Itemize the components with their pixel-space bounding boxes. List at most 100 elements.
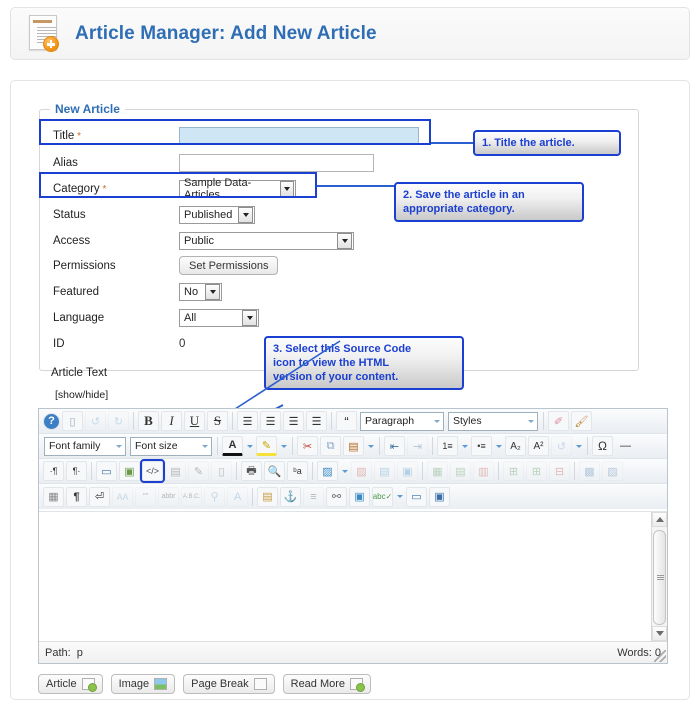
visual-aid-icon[interactable]: ▦	[43, 486, 64, 507]
row-props-icon[interactable]: ▤	[450, 461, 471, 481]
help-icon[interactable]: ?	[43, 412, 60, 430]
abbreviation-icon[interactable]: AA	[112, 486, 133, 507]
align-left-icon[interactable]: ☰	[237, 411, 258, 431]
fullscreen-icon[interactable]: ▭	[96, 461, 117, 481]
layer-icon[interactable]: ▣	[429, 486, 450, 507]
set-permissions-button[interactable]: Set Permissions	[179, 256, 279, 275]
strikethrough-icon[interactable]: S	[207, 411, 228, 431]
show-invisible-icon[interactable]: ¶	[66, 486, 87, 507]
copy-icon[interactable]: ⧉	[320, 436, 341, 456]
undo-icon[interactable]: ↺	[85, 411, 106, 431]
citation-icon[interactable]: ≡	[303, 486, 324, 507]
insert-link-icon[interactable]: ▨	[317, 461, 338, 481]
scroll-down-icon[interactable]	[652, 626, 667, 641]
table-icon[interactable]: ▦	[427, 461, 448, 481]
special-character-icon[interactable]: Ω	[592, 436, 613, 456]
access-select[interactable]: Public	[179, 231, 354, 250]
paragraph-format-select[interactable]: Paragraph	[360, 411, 444, 431]
new-document-icon[interactable]: ▯	[62, 411, 83, 431]
insert-row-after-icon[interactable]: ⊞	[526, 461, 547, 481]
rtl-direction-icon[interactable]: ¶·	[66, 461, 87, 481]
insert-image-button[interactable]: Image	[110, 674, 176, 694]
source-code-icon[interactable]: </>	[140, 459, 165, 483]
cleanup-icon[interactable]: 🖌	[571, 411, 592, 431]
background-color-icon[interactable]: ✎	[256, 436, 277, 456]
blockquote-icon[interactable]: “	[336, 411, 357, 431]
attribs-icon[interactable]: ⚲	[204, 486, 225, 507]
bulleted-list-icon[interactable]: •≡	[471, 436, 492, 456]
insert-row-before-icon[interactable]: ⊞	[503, 461, 524, 481]
subscript-icon[interactable]: A₂	[505, 436, 526, 456]
cell-props-icon[interactable]: ▥	[473, 461, 494, 481]
insert-hr-icon[interactable]: ⚯	[326, 486, 347, 507]
bold-icon[interactable]: B	[138, 411, 159, 431]
horizontal-rule-icon[interactable]: —	[615, 436, 636, 456]
delete-col-icon[interactable]: ▨	[602, 461, 623, 481]
delete-row-icon[interactable]: ⊟	[549, 461, 570, 481]
path-value[interactable]: p	[77, 647, 83, 659]
page-icon[interactable]: ▯	[211, 461, 232, 481]
chevron-down-icon[interactable]	[573, 436, 584, 456]
print-icon[interactable]: 🖶	[241, 461, 262, 481]
unlink-icon[interactable]: ▨	[351, 461, 372, 481]
editor-content-area[interactable]	[39, 511, 667, 641]
search-icon[interactable]: 🔍	[264, 461, 285, 481]
italic-icon[interactable]: I	[161, 411, 182, 431]
chevron-down-icon[interactable]	[459, 436, 470, 456]
alias-input[interactable]	[179, 153, 374, 172]
status-select[interactable]: Published	[179, 205, 255, 224]
editor-scrollbar[interactable]	[651, 512, 667, 641]
del-icon[interactable]: A	[227, 486, 248, 507]
underline-icon[interactable]: U	[184, 411, 205, 431]
insert-col-icon[interactable]: ▩	[579, 461, 600, 481]
insert-article-button[interactable]: Article	[38, 674, 103, 694]
scrollbar-thumb[interactable]	[653, 530, 666, 625]
styles-select[interactable]: Styles	[448, 411, 538, 431]
insert-anchor-icon[interactable]: ⚓	[280, 486, 301, 507]
indent-icon[interactable]: ⇥	[407, 436, 428, 456]
insert-pagebreak-icon[interactable]: ▭	[406, 486, 427, 507]
align-justify-icon[interactable]: ☰	[306, 411, 327, 431]
redo-icon[interactable]: ↻	[108, 411, 129, 431]
insert-nbsp-icon[interactable]: ⏎	[89, 486, 110, 507]
eraser-icon[interactable]: ✐	[548, 411, 569, 431]
outdent-icon[interactable]: ⇤	[384, 436, 405, 456]
insert-note-icon[interactable]: ▤	[257, 486, 278, 507]
show-hide-link[interactable]: [show/hide]	[55, 389, 108, 401]
media-icon[interactable]: ▣	[397, 461, 418, 481]
paragraph-format-value: Paragraph	[365, 415, 415, 427]
spellcheck-icon[interactable]: abc✓	[372, 486, 393, 507]
chevron-down-icon[interactable]	[339, 461, 350, 481]
anchor-icon[interactable]: ▤	[374, 461, 395, 481]
definition-icon[interactable]: A.B.C.	[181, 486, 202, 507]
chevron-down-icon[interactable]	[365, 436, 376, 456]
language-select[interactable]: All	[179, 308, 259, 327]
font-family-select[interactable]: Font family	[44, 436, 126, 456]
chevron-down-icon[interactable]	[493, 436, 504, 456]
chevron-down-icon[interactable]	[394, 487, 405, 507]
scroll-up-icon[interactable]	[652, 512, 667, 527]
chevron-down-icon[interactable]	[244, 436, 255, 456]
undo-history-icon[interactable]: ↺	[551, 436, 572, 456]
chevron-down-icon[interactable]	[278, 436, 289, 456]
insert-read-more-button[interactable]: Read More	[282, 674, 372, 694]
text-color-icon[interactable]: A	[222, 436, 243, 456]
align-center-icon[interactable]: ☰	[260, 411, 281, 431]
featured-select[interactable]: No	[179, 282, 222, 301]
cut-icon[interactable]: ✂	[297, 436, 318, 456]
template-icon[interactable]: ▤	[165, 461, 186, 481]
align-right-icon[interactable]: ☰	[283, 411, 304, 431]
quote-icon[interactable]: “”	[135, 486, 156, 507]
font-size-select[interactable]: Font size	[130, 436, 212, 456]
numbered-list-icon[interactable]: 1≡	[437, 436, 458, 456]
acronym-icon[interactable]: abbr	[158, 486, 179, 507]
insert-page-break-button[interactable]: Page Break	[183, 674, 275, 694]
paste-icon[interactable]: ▤	[343, 436, 364, 456]
ltr-direction-icon[interactable]: ·¶	[43, 461, 64, 481]
insert-image-icon[interactable]: ▣	[119, 461, 140, 481]
superscript-icon[interactable]: A²	[528, 436, 549, 456]
resize-grip[interactable]	[654, 650, 666, 662]
edit-css-icon[interactable]: ✎	[188, 461, 209, 481]
insert-picture-icon[interactable]: ▣	[349, 486, 370, 507]
replace-icon[interactable]: ᵇa	[287, 461, 308, 481]
